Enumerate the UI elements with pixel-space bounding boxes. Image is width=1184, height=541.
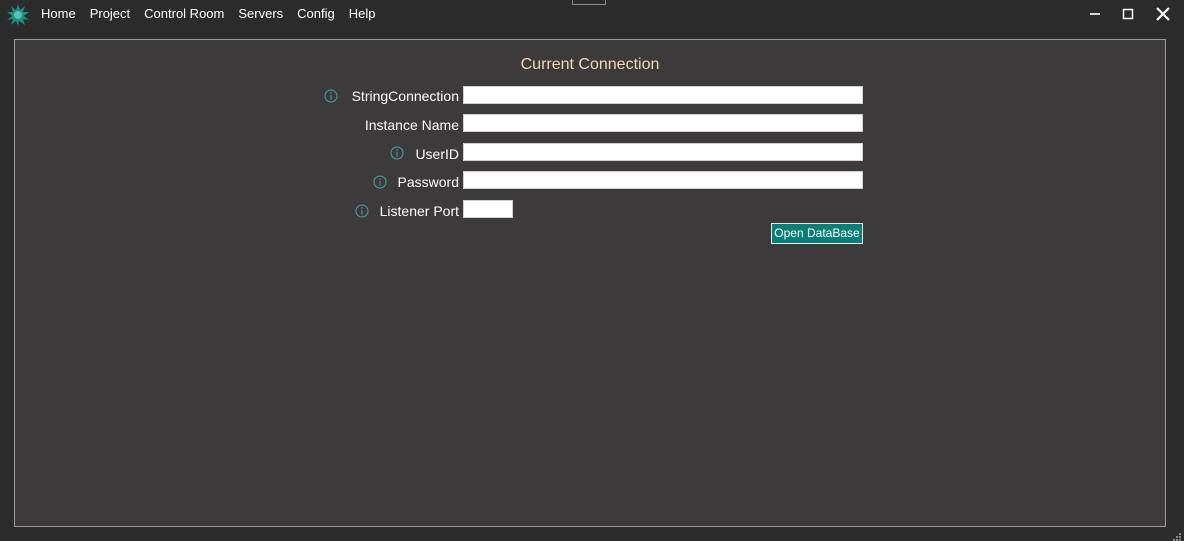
app-logo-icon: [6, 3, 30, 27]
menu-item-control-room[interactable]: Control Room: [144, 6, 224, 22]
minimize-icon: [1090, 13, 1100, 15]
string-connection-input[interactable]: [463, 86, 863, 104]
close-icon: [1156, 7, 1170, 21]
string-connection-label: StringConnection: [351, 88, 459, 104]
drag-handle[interactable]: [572, 0, 606, 5]
menu-item-home[interactable]: Home: [41, 6, 76, 22]
listener-port-label: Listener Port: [379, 203, 459, 219]
listener-port-input[interactable]: [463, 200, 513, 218]
maximize-button[interactable]: [1118, 4, 1138, 24]
panel-title: Current Connection: [520, 56, 660, 73]
menu-item-project[interactable]: Project: [90, 6, 130, 22]
instance-name-input[interactable]: [463, 114, 863, 132]
title-bar: Home Project Control Room Servers Config…: [0, 0, 1184, 30]
close-button[interactable]: [1153, 4, 1173, 24]
user-id-label: UserID: [415, 146, 459, 162]
resize-grip-icon[interactable]: [1172, 529, 1182, 541]
minimize-button[interactable]: [1085, 4, 1105, 24]
connection-panel: Current Connection StringConnection Inst…: [14, 39, 1166, 527]
open-database-button[interactable]: Open DataBase: [771, 223, 863, 244]
maximize-icon: [1122, 8, 1134, 20]
menu-item-help[interactable]: Help: [349, 6, 376, 22]
menu-item-config[interactable]: Config: [297, 6, 335, 22]
password-input[interactable]: [463, 171, 863, 189]
menu-item-servers[interactable]: Servers: [238, 6, 283, 22]
instance-name-label: Instance Name: [364, 117, 459, 133]
app-window: Home Project Control Room Servers Config…: [0, 0, 1184, 541]
main-menu: Home Project Control Room Servers Config…: [41, 6, 389, 22]
password-label: Password: [397, 174, 459, 190]
user-id-input[interactable]: [463, 143, 863, 161]
